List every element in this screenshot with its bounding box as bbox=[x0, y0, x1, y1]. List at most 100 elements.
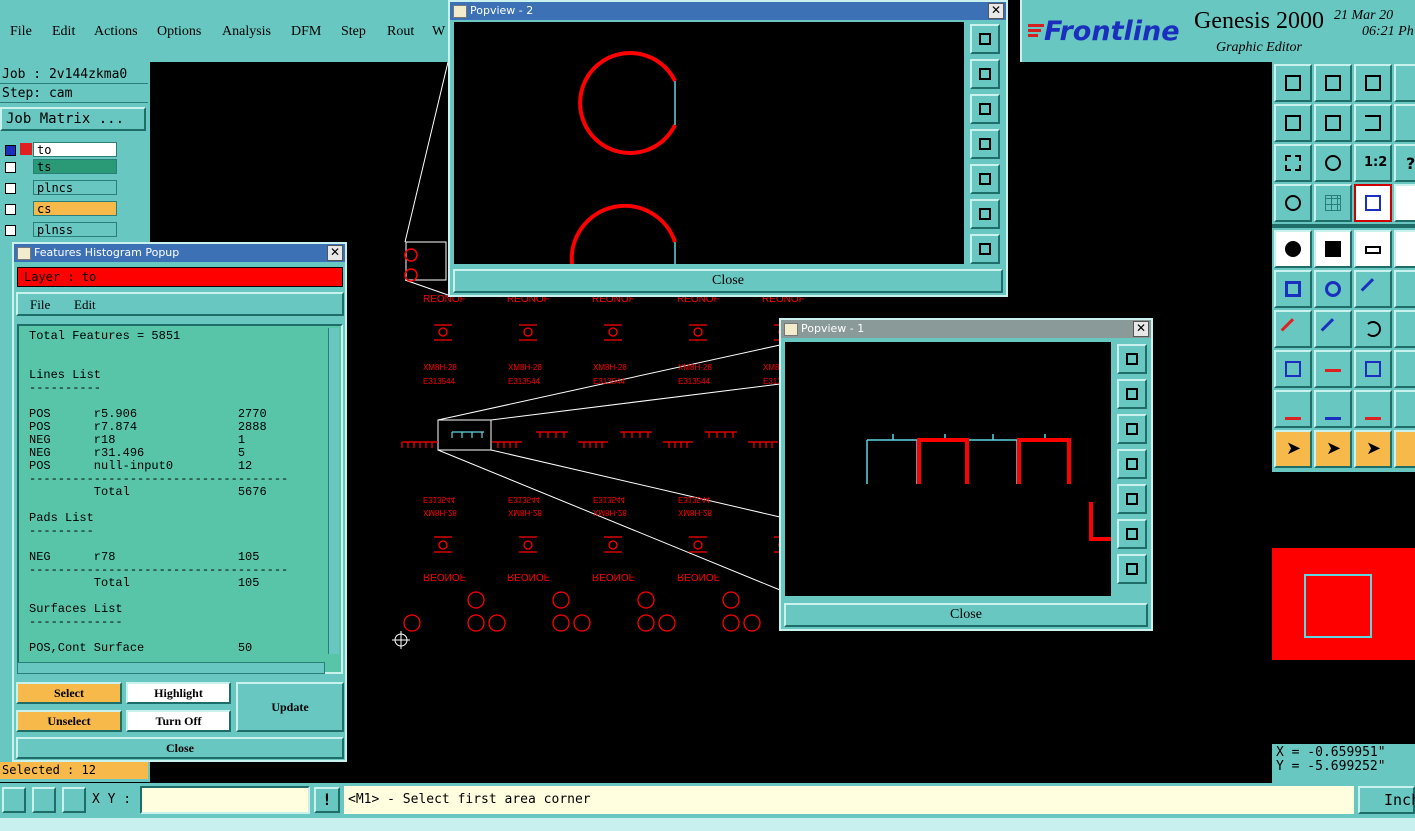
line-node-icon[interactable] bbox=[1354, 270, 1392, 308]
menu-dfm[interactable]: DFM bbox=[291, 24, 321, 40]
histogram-text-area[interactable]: Total Features = 5851 Lines List -------… bbox=[17, 324, 343, 674]
unselect-button[interactable]: Unselect bbox=[16, 710, 122, 732]
select-button[interactable]: Select bbox=[16, 682, 122, 704]
zoom-out-icon[interactable] bbox=[1117, 554, 1147, 584]
resize-icon[interactable] bbox=[1394, 350, 1415, 388]
pan-right-icon[interactable] bbox=[1314, 104, 1352, 142]
zoom-window-icon[interactable] bbox=[970, 24, 1000, 54]
pan-right-icon[interactable] bbox=[970, 164, 1000, 194]
histogram-titlebar[interactable]: Features Histogram Popup ✕ bbox=[14, 244, 345, 262]
add-pad-icon[interactable] bbox=[1274, 230, 1312, 268]
connect-icon[interactable] bbox=[1274, 270, 1312, 308]
popview-1-titlebar[interactable]: Popview - 1 ✕ bbox=[781, 320, 1151, 338]
zoom-tool-icon[interactable] bbox=[2, 787, 26, 813]
menu-edit[interactable]: Edit bbox=[52, 24, 75, 40]
pan-up-icon[interactable] bbox=[1117, 379, 1147, 409]
horizontal-scrollbar[interactable] bbox=[17, 662, 325, 674]
triangle-blue-icon[interactable] bbox=[1314, 390, 1352, 428]
grid-icon[interactable] bbox=[1314, 184, 1352, 222]
units-button[interactable]: Inch bbox=[1358, 786, 1415, 814]
triangle-red-icon[interactable] bbox=[1274, 390, 1312, 428]
zoom-in-icon[interactable] bbox=[1117, 519, 1147, 549]
zoom-out-icon[interactable] bbox=[970, 234, 1000, 264]
popview-2-title: Popview - 2 bbox=[470, 4, 534, 17]
exit-icon[interactable] bbox=[1394, 64, 1415, 102]
vertical-scrollbar[interactable] bbox=[328, 328, 339, 654]
pan-left-icon[interactable] bbox=[1274, 104, 1312, 142]
stretch-icon[interactable] bbox=[1354, 350, 1392, 388]
menu-rout[interactable]: Rout bbox=[387, 24, 414, 40]
select-box-icon[interactable]: ➤ bbox=[1314, 430, 1352, 468]
turn-off-button[interactable]: Turn Off bbox=[126, 710, 231, 732]
zoom-home-icon[interactable] bbox=[1314, 144, 1352, 182]
add-line-red-icon[interactable] bbox=[1274, 310, 1312, 348]
arc-icon[interactable] bbox=[1354, 310, 1392, 348]
snap-alt-icon[interactable] bbox=[1394, 184, 1415, 222]
pan-down-icon[interactable] bbox=[970, 94, 1000, 124]
highlight-button[interactable]: Highlight bbox=[126, 682, 231, 704]
triangle-alt-icon[interactable] bbox=[1394, 390, 1415, 428]
overview-viewport[interactable] bbox=[1304, 574, 1372, 638]
popview-1-close-button[interactable]: Close bbox=[784, 603, 1148, 627]
step-down-icon[interactable] bbox=[1314, 64, 1352, 102]
menu-window[interactable]: W bbox=[432, 24, 445, 40]
menu-actions[interactable]: Actions bbox=[94, 24, 138, 40]
menu-step[interactable]: Step bbox=[341, 24, 366, 40]
undo-icon[interactable] bbox=[1354, 104, 1392, 142]
xy-input[interactable] bbox=[140, 786, 310, 814]
histogram-menu-edit[interactable]: Edit bbox=[74, 297, 96, 313]
menu-analysis[interactable]: Analysis bbox=[222, 24, 271, 40]
home-icon[interactable] bbox=[1354, 64, 1392, 102]
popview-1-canvas[interactable] bbox=[785, 342, 1111, 596]
split-line-icon[interactable] bbox=[1314, 350, 1352, 388]
zoom-1-to-2-icon[interactable]: 1:2 bbox=[1354, 144, 1392, 182]
update-button[interactable]: Update bbox=[236, 682, 344, 732]
move-icon[interactable] bbox=[1274, 350, 1312, 388]
step-up-icon[interactable] bbox=[1274, 64, 1312, 102]
popview-2-close-button[interactable]: Close bbox=[453, 269, 1003, 293]
zoom-fit-icon[interactable] bbox=[1274, 144, 1312, 182]
layer-row-plncs[interactable]: plncs bbox=[0, 180, 120, 197]
pan-down-icon[interactable] bbox=[1117, 414, 1147, 444]
pan-left-icon[interactable] bbox=[970, 129, 1000, 159]
triangle-outline-icon[interactable] bbox=[1354, 390, 1392, 428]
menu-file[interactable]: File bbox=[10, 24, 32, 40]
layer-row-plnss[interactable]: plnss bbox=[0, 222, 120, 239]
palette-icon[interactable] bbox=[1274, 184, 1312, 222]
help-icon[interactable]: ? bbox=[1394, 144, 1415, 182]
close-icon[interactable]: ✕ bbox=[327, 245, 343, 261]
redo-icon[interactable] bbox=[1394, 104, 1415, 142]
menu-options[interactable]: Options bbox=[157, 24, 201, 40]
pan-up-icon[interactable] bbox=[970, 59, 1000, 89]
cross-icon[interactable] bbox=[1314, 270, 1352, 308]
layer-row-cs[interactable]: cs bbox=[0, 201, 120, 218]
layer-row-to[interactable]: to bbox=[0, 142, 120, 159]
histogram-close-button[interactable]: Close bbox=[16, 737, 344, 759]
pan-left-icon[interactable] bbox=[1117, 449, 1147, 479]
snap-icon[interactable] bbox=[1354, 184, 1392, 222]
alert-icon[interactable]: ! bbox=[314, 787, 340, 813]
select-pointer-icon[interactable]: ➤ bbox=[1274, 430, 1312, 468]
layer-row-ts[interactable]: ts bbox=[0, 159, 120, 176]
zoom-in-icon[interactable] bbox=[970, 199, 1000, 229]
line-tool-icon[interactable] bbox=[1394, 270, 1415, 308]
grid-toggle-icon[interactable] bbox=[62, 787, 86, 813]
select-polygon-icon[interactable]: ➤ bbox=[1354, 430, 1392, 468]
bracket-icon[interactable] bbox=[1394, 310, 1415, 348]
overview-map[interactable] bbox=[1272, 472, 1415, 744]
popview-1-window: Popview - 1 ✕ Close bbox=[779, 318, 1153, 631]
select-net-icon[interactable] bbox=[1394, 430, 1415, 468]
add-surface-icon[interactable] bbox=[1314, 230, 1352, 268]
close-icon[interactable]: ✕ bbox=[988, 3, 1004, 19]
measure-tool-icon[interactable] bbox=[32, 787, 56, 813]
popview-2-titlebar[interactable]: Popview - 2 ✕ bbox=[450, 2, 1006, 20]
histogram-menu-file[interactable]: File bbox=[30, 297, 50, 313]
zoom-window-icon[interactable] bbox=[1117, 344, 1147, 374]
job-matrix-button[interactable]: Job Matrix ... bbox=[0, 107, 146, 131]
add-line-blue-icon[interactable] bbox=[1314, 310, 1352, 348]
close-icon[interactable]: ✕ bbox=[1133, 321, 1149, 337]
popview-2-canvas[interactable] bbox=[454, 22, 964, 264]
ruler-icon[interactable] bbox=[1354, 230, 1392, 268]
pan-right-icon[interactable] bbox=[1117, 484, 1147, 514]
add-circle-icon[interactable] bbox=[1394, 230, 1415, 268]
